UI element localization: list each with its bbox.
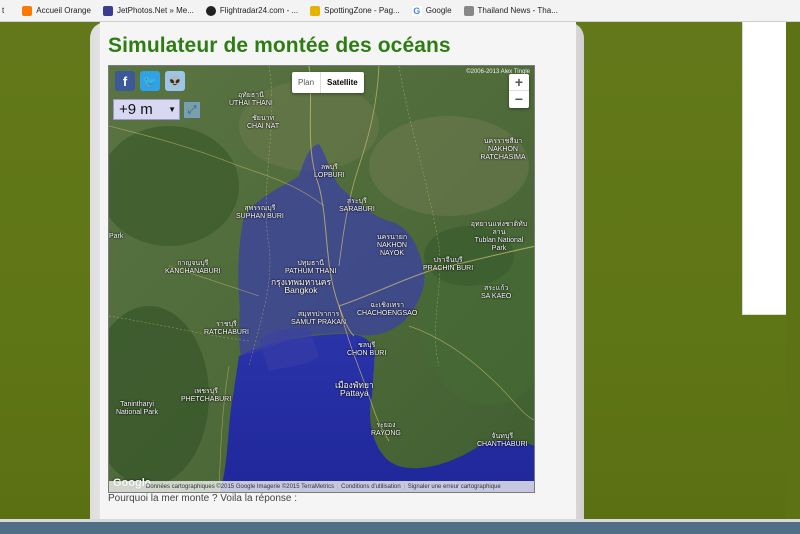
place-label: เมืองพัทยา Pattaya bbox=[335, 380, 374, 398]
news-icon bbox=[463, 5, 474, 16]
place-label: สระบุรี SARABURI bbox=[339, 198, 375, 213]
bookmarks-bar: t Accueil Orange JetPhotos.Net » Me... F… bbox=[0, 0, 800, 22]
place-label: ชลบุรี CHON BURI bbox=[347, 342, 387, 357]
bookmark-item[interactable]: Flightradar24.com - ... bbox=[205, 5, 298, 16]
place-label: เพชรบุรี PHETCHABURI bbox=[181, 388, 232, 403]
fullscreen-icon: ⤢ bbox=[187, 104, 197, 116]
map-type-satellite[interactable]: Satellite bbox=[320, 72, 364, 93]
taskbar bbox=[0, 522, 800, 534]
place-label: ฉะเชิงเทรา CHACHOENGSAO bbox=[357, 302, 418, 317]
place-label: นครราชสีมา NAKHON RATCHASIMA bbox=[480, 138, 526, 161]
sea-level-value: +9 m bbox=[119, 101, 153, 118]
chevron-down-icon: ▼ bbox=[168, 105, 176, 114]
place-label: ระยอง RAYONG bbox=[371, 422, 401, 437]
zoom-control: + − bbox=[509, 74, 529, 108]
bookmark-item[interactable]: SpottingZone - Pag... bbox=[310, 5, 400, 16]
place-label: สุพรรณบุรี SUPHAN BURI bbox=[236, 205, 284, 220]
facebook-share-button[interactable]: f bbox=[115, 71, 135, 91]
facebook-icon: f bbox=[122, 73, 128, 89]
place-label: ลพบุรี LOPBURI bbox=[314, 164, 345, 179]
map-data-attribution: Données cartographiques ©2015 Google Ima… bbox=[143, 483, 339, 490]
bookmark-item[interactable]: JetPhotos.Net » Me... bbox=[102, 5, 194, 16]
map[interactable]: อุทัยธานี UTHAI THANI ชัยนาท CHAI NAT ลพบุ… bbox=[108, 65, 535, 493]
map-type-control: Plan Satellite bbox=[292, 72, 364, 93]
place-label: Park bbox=[109, 233, 124, 240]
google-icon: G bbox=[411, 5, 422, 16]
side-strip bbox=[786, 22, 800, 522]
place-label: กรุงเทพมหานคร Bangkok bbox=[271, 277, 332, 295]
twitter-share-button[interactable]: 🐦 bbox=[140, 71, 160, 91]
bookmark-item[interactable]: Accueil Orange bbox=[22, 5, 91, 16]
side-panel bbox=[742, 22, 788, 315]
map-type-plan[interactable]: Plan bbox=[292, 72, 320, 93]
zoom-in-button[interactable]: + bbox=[509, 74, 529, 91]
fullscreen-button[interactable]: ⤢ bbox=[184, 102, 200, 118]
zoom-out-button[interactable]: − bbox=[509, 91, 529, 108]
spottingzone-icon bbox=[310, 5, 321, 16]
bookmark-item[interactable]: t bbox=[0, 6, 10, 15]
place-label: ปทุมธานี PATHUM THANI bbox=[285, 260, 337, 275]
place-label: ชัยนาท CHAI NAT bbox=[247, 115, 280, 130]
twitter-icon: 🐦 bbox=[143, 75, 157, 88]
flightradar-icon bbox=[205, 5, 216, 16]
place-label: ราชบุรี RATCHABURI bbox=[204, 321, 249, 336]
caption-text: Pourquoi la mer monte ? Voila la réponse… bbox=[108, 493, 297, 504]
map-footer: Données cartographiques ©2015 Google Ima… bbox=[109, 481, 534, 492]
terms-link[interactable]: Conditions d'utilisation bbox=[338, 483, 405, 490]
place-label: อุทัยธานี UTHAI THANI bbox=[229, 92, 273, 107]
report-error-link[interactable]: Signaler une erreur cartographique bbox=[405, 484, 504, 490]
bookmark-item[interactable]: Thailand News - Tha... bbox=[463, 5, 558, 16]
reddit-share-button[interactable]: 👽 bbox=[165, 71, 185, 91]
sea-level-select[interactable]: +9 m ▼ bbox=[113, 99, 180, 120]
orange-icon bbox=[22, 5, 33, 16]
bookmark-item[interactable]: G Google bbox=[411, 5, 452, 16]
place-label: กาญจนบุรี KANCHANABURI bbox=[165, 260, 221, 275]
place-label: จันทบุรี CHANTHABURI bbox=[477, 433, 528, 448]
reddit-icon: 👽 bbox=[168, 75, 182, 88]
place-label: นครนายก NAKHON NAYOK bbox=[376, 234, 408, 257]
place-label: สระแก้ว SA KAEO bbox=[481, 285, 512, 300]
place-label: Tanintharyi National Park bbox=[115, 401, 159, 416]
place-label: อุทยานแห่งชาติทับลาน Tublan National Park bbox=[470, 221, 528, 252]
page-title: Simulateur de montée des océans bbox=[108, 34, 451, 57]
jetphotos-icon bbox=[102, 5, 113, 16]
place-label: ปราจีนบุรี PRACHIN BURI bbox=[423, 257, 474, 272]
place-label: สมุทรปราการ SAMUT PRAKAN bbox=[291, 311, 347, 326]
